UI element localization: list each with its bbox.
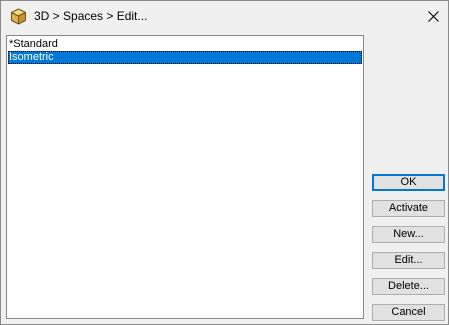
activate-button[interactable]: Activate xyxy=(372,200,445,217)
edit-button-label: Edit... xyxy=(394,254,423,266)
edit-spaces-dialog: 3D > Spaces > Edit... *Standard Isometri… xyxy=(0,0,449,325)
list-item-standard[interactable]: *Standard xyxy=(8,38,362,51)
cancel-button[interactable]: Cancel xyxy=(372,304,445,321)
window-title: 3D > Spaces > Edit... xyxy=(34,9,148,23)
delete-button-label: Delete... xyxy=(388,280,429,292)
cancel-button-label: Cancel xyxy=(391,306,426,318)
ok-button-label: OK xyxy=(400,176,417,188)
spaces-list[interactable]: *Standard Isometric xyxy=(6,35,364,319)
close-button[interactable] xyxy=(418,1,448,32)
new-button[interactable]: New... xyxy=(372,226,445,243)
cube-icon xyxy=(10,8,27,25)
new-button-label: New... xyxy=(393,228,424,240)
edit-button[interactable]: Edit... xyxy=(372,252,445,269)
ok-button[interactable]: OK xyxy=(372,174,445,191)
title-bar[interactable]: 3D > Spaces > Edit... xyxy=(1,1,448,32)
list-item-isometric[interactable]: Isometric xyxy=(8,51,362,64)
activate-button-label: Activate xyxy=(388,202,429,214)
delete-button[interactable]: Delete... xyxy=(372,278,445,295)
